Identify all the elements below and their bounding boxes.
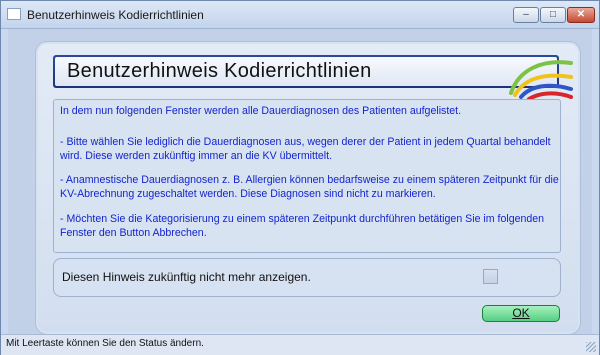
dialog-heading: Benutzerhinweis Kodierrichtlinien [67, 60, 372, 82]
close-button[interactable]: ✕ [567, 7, 595, 23]
dont-show-again-label: Diesen Hinweis zukünftig nicht mehr anze… [62, 270, 311, 284]
info-line: wird. Diese werden zukünftig immer an di… [60, 150, 333, 162]
swoosh-logo-icon [509, 60, 573, 99]
header-inner: Benutzerhinweis Kodierrichtlinien [55, 57, 557, 86]
resize-grip-icon[interactable] [586, 342, 596, 352]
status-text: Mit Leertaste können Sie den Status ände… [6, 338, 204, 349]
info-line: - Anamnestische Dauerdiagnosen z. B. All… [60, 174, 559, 186]
info-box: In dem nun folgenden Fenster werden alle… [53, 99, 561, 253]
title-bar[interactable]: Benutzerhinweis Kodierrichtlinien – □ ✕ [1, 1, 599, 29]
window-icon [7, 8, 21, 20]
header-bar: Benutzerhinweis Kodierrichtlinien [53, 55, 573, 99]
maximize-button[interactable]: □ [540, 7, 566, 23]
info-line: In dem nun folgenden Fenster werden alle… [60, 105, 462, 117]
dont-show-again-checkbox[interactable] [483, 269, 498, 284]
dont-show-again-group: Diesen Hinweis zukünftig nicht mehr anze… [53, 258, 561, 297]
info-line: Fenster den Button Abbrechen. [60, 227, 207, 239]
info-line: - Bitte wählen Sie lediglich die Dauerdi… [60, 136, 551, 148]
window-title: Benutzerhinweis Kodierrichtlinien [27, 8, 204, 22]
info-line: KV-Abrechnung zugeschaltet werden. Diese… [60, 188, 436, 200]
dialog-window: Benutzerhinweis Kodierrichtlinien – □ ✕ … [0, 0, 600, 355]
client-area: Benutzerhinweis Kodierrichtlinien In dem… [8, 29, 592, 335]
info-line: - Möchten Sie die Kategorisierung zu ein… [60, 213, 545, 225]
content-panel: Benutzerhinweis Kodierrichtlinien In dem… [35, 41, 581, 335]
minimize-button[interactable]: – [513, 7, 539, 23]
status-bar: Mit Leertaste können Sie den Status ände… [1, 334, 599, 355]
ok-button[interactable]: OK [482, 305, 560, 322]
